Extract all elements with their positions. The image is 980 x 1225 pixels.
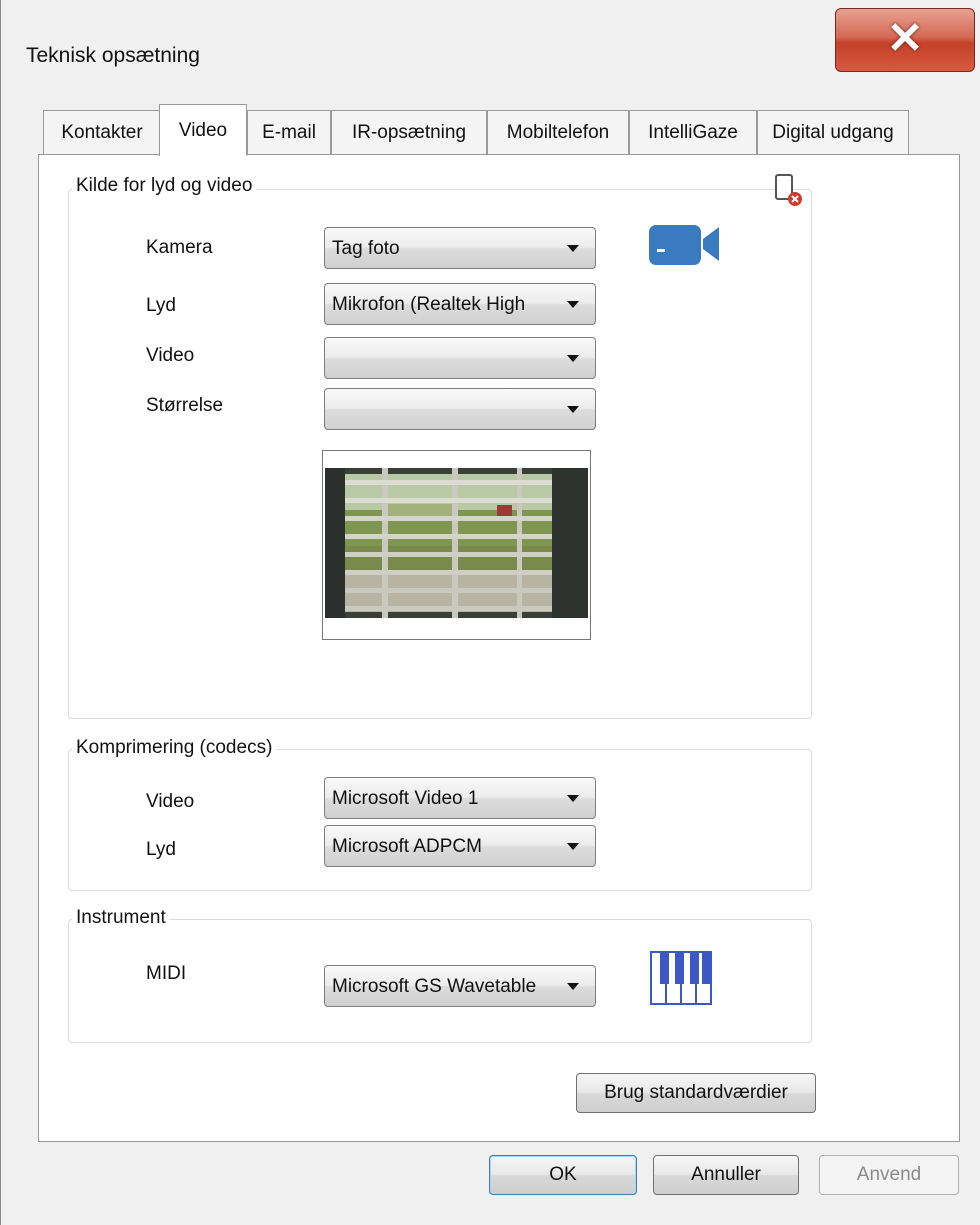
midi-dropdown-value: Microsoft GS Wavetable bbox=[332, 976, 537, 997]
camera-preview-image bbox=[322, 450, 591, 640]
audio-label: Lyd bbox=[146, 295, 176, 316]
tab-intelligaze[interactable]: IntelliGaze bbox=[629, 110, 757, 154]
cancel-button[interactable]: Annuller bbox=[653, 1155, 799, 1195]
size-dropdown[interactable] bbox=[324, 388, 596, 430]
codec-audio-label: Lyd bbox=[146, 839, 176, 860]
instrument-group-legend: Instrument bbox=[72, 907, 170, 929]
ok-button[interactable]: OK bbox=[489, 1155, 637, 1195]
codec-video-dropdown-value: Microsoft Video 1 bbox=[332, 788, 479, 809]
chevron-down-icon bbox=[567, 795, 579, 802]
close-button[interactable]: ✕ bbox=[835, 8, 975, 72]
tab-mobile-phone[interactable]: Mobiltelefon bbox=[487, 110, 629, 154]
chevron-down-icon bbox=[567, 983, 579, 990]
use-defaults-button[interactable]: Brug standardværdier bbox=[576, 1073, 816, 1113]
midi-label: MIDI bbox=[146, 963, 187, 984]
chevron-down-icon bbox=[567, 355, 579, 362]
chevron-down-icon bbox=[567, 301, 579, 308]
video-label: Video bbox=[146, 345, 195, 366]
tab-digital-output[interactable]: Digital udgang bbox=[757, 110, 909, 154]
window-title: Teknisk opsætning bbox=[26, 44, 200, 67]
tab-email[interactable]: E-mail bbox=[247, 110, 331, 154]
camera-dropdown[interactable]: Tag foto bbox=[324, 227, 596, 269]
audio-dropdown[interactable]: Mikrofon (Realtek High bbox=[324, 283, 596, 325]
piano-keyboard-icon bbox=[650, 951, 712, 1005]
codec-audio-dropdown[interactable]: Microsoft ADPCM bbox=[324, 825, 596, 867]
tab-kontakter[interactable]: Kontakter bbox=[43, 110, 161, 154]
codec-group-legend: Komprimering (codecs) bbox=[72, 737, 277, 759]
codec-audio-dropdown-value: Microsoft ADPCM bbox=[332, 836, 482, 857]
title-bar: Teknisk opsætning ✕ bbox=[1, 0, 980, 96]
codec-video-dropdown[interactable]: Microsoft Video 1 bbox=[324, 777, 596, 819]
video-camera-icon bbox=[649, 225, 719, 265]
device-remove-icon[interactable] bbox=[773, 173, 803, 207]
camera-dropdown-value: Tag foto bbox=[332, 238, 400, 259]
size-label: Størrelse bbox=[146, 395, 224, 416]
audio-dropdown-value: Mikrofon (Realtek High bbox=[332, 294, 526, 315]
video-tab-panel: Kilde for lyd og video Kamera Tag foto L… bbox=[38, 154, 960, 1142]
apply-button[interactable]: Anvend bbox=[819, 1155, 959, 1195]
chevron-down-icon bbox=[567, 843, 579, 850]
close-icon: ✕ bbox=[886, 14, 924, 63]
tab-ir-setup[interactable]: IR-opsætning bbox=[331, 110, 487, 154]
video-dropdown[interactable] bbox=[324, 337, 596, 379]
tab-video[interactable]: Video bbox=[159, 104, 247, 156]
codec-video-label: Video bbox=[146, 791, 195, 812]
dialog-window: Teknisk opsætning ✕ Kontakter Video E-ma… bbox=[0, 0, 980, 1225]
midi-dropdown[interactable]: Microsoft GS Wavetable bbox=[324, 965, 596, 1007]
chevron-down-icon bbox=[567, 406, 579, 413]
codec-group bbox=[68, 749, 812, 891]
camera-label: Kamera bbox=[146, 237, 213, 258]
source-group-legend: Kilde for lyd og video bbox=[72, 175, 257, 197]
chevron-down-icon bbox=[567, 245, 579, 252]
